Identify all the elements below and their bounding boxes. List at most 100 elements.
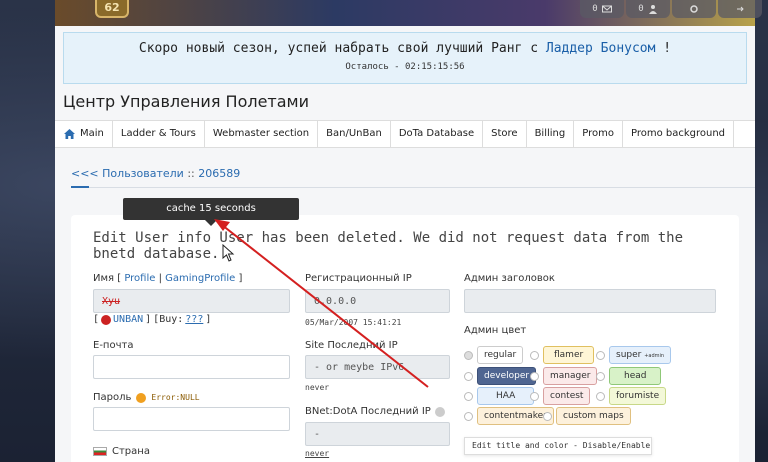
chip-haa: HAA [477,387,535,405]
nav-webmaster[interactable]: Webmaster section [205,121,319,147]
radio-forumiste[interactable] [596,391,605,401]
reg-ip-field[interactable]: 0.0.0.0 [305,289,450,313]
unban-link[interactable]: UNBAN [113,314,143,325]
edit-title-color-toggle[interactable]: Edit title and color - Disable/Enable [464,437,652,455]
notice-text-after: ! [663,41,672,56]
chip-manager: manager [543,367,598,385]
color-option-forumiste[interactable]: forumiste [596,387,667,405]
password-label: Пароль [93,392,132,403]
chip-developer: developer [477,367,537,385]
site-ip-field[interactable]: - or meybe IPv6 [305,355,450,379]
radio-custom-maps[interactable] [543,411,552,421]
remaining-label: Осталось - [345,62,400,72]
friends-count: 0 [638,4,644,14]
reg-ip-date: 05/Mar/2007 15:41:21 [305,318,402,327]
radio-haa[interactable] [464,391,473,401]
notice-text-before: Скоро новый сезон, успей набрать свой лу… [138,41,539,56]
chip-head: head [609,367,662,385]
mail-icon[interactable]: 0 [580,0,624,18]
nav-store[interactable]: Store [483,121,527,147]
email-label: E-почта [93,340,134,351]
remaining-time: 02:15:15:56 [405,62,465,72]
color-option-haa[interactable]: HAA [464,387,535,405]
bnet-ip-field[interactable]: - [305,422,450,446]
radio-head[interactable] [596,371,605,381]
color-option-flamer[interactable]: flamer [530,346,595,364]
settings-icon[interactable] [672,0,716,18]
reg-ip-label: Регистрационный IP [305,273,412,284]
breadcrumb-users[interactable]: Пользователи [102,167,184,180]
ladder-bonus-link[interactable]: Ладдер Бонусом [546,41,656,56]
name-label-row: Имя [ Profile | GamingProfile ] [93,273,243,284]
season-notice: Скоро новый сезон, успей набрать свой лу… [63,32,747,84]
bnet-ip-label: BNet:DotA Последний IP [305,406,431,417]
chip-custom-maps: custom maps [556,407,631,425]
site-ip-hint: never [305,383,330,392]
password-error: Error:NULL [151,393,200,402]
admin-header-field[interactable] [464,289,716,313]
color-option-contest[interactable]: contest [530,387,591,405]
radio-super[interactable] [596,350,605,360]
radio-regular[interactable] [464,350,473,360]
notice-remaining: Осталось - 02:15:15:56 [64,62,746,72]
main-nav: Main Ladder & Tours Webmaster section Ba… [55,120,755,148]
chip-regular: regular [477,346,524,364]
buy-label: [Buy: [153,314,184,325]
breadcrumb-underline [71,186,755,188]
edit-user-title: Edit User info User has been deleted. We… [93,230,684,262]
chip-forumiste: forumiste [609,387,667,405]
breadcrumb-id: 206589 [198,167,241,180]
level-badge[interactable]: 62 [95,0,129,18]
color-option-contentmaker[interactable]: contentmaker [464,407,554,425]
email-field[interactable] [93,355,290,379]
chip-super: super +admin [609,346,672,364]
color-option-manager[interactable]: manager [530,367,598,385]
country-label: Страна [112,446,150,457]
radio-flamer[interactable] [530,350,539,360]
ban-dot-icon [101,314,112,325]
nav-dota-database[interactable]: DoTa Database [391,121,484,147]
reg-ip-value: 0.0.0.0 [314,295,357,307]
nav-billing[interactable]: Billing [527,121,575,147]
cache-tooltip: cache 15 seconds [123,198,299,226]
nav-promo[interactable]: Promo [574,121,623,147]
password-field[interactable] [93,407,290,431]
bnet-ip-label-row: BNet:DotA Последний IP [305,406,445,417]
status-dot-icon [434,406,445,417]
home-icon [64,129,75,139]
radio-developer[interactable] [464,371,473,381]
name-label: Имя [93,273,115,284]
admin-header-label: Админ заголовок [464,273,555,284]
admin-color-label: Админ цвет [464,325,527,336]
nav-promo-background[interactable]: Promo background [623,121,735,147]
logout-icon[interactable] [718,0,762,18]
warning-dot-icon [136,392,147,403]
color-option-super[interactable]: super +admin [596,346,672,364]
friends-icon[interactable]: 0 [626,0,670,18]
radio-contest[interactable] [530,391,539,401]
color-option-developer[interactable]: developer [464,367,537,385]
color-option-regular[interactable]: regular [464,346,524,364]
radio-contentmaker[interactable] [464,411,473,421]
chip-flamer: flamer [543,346,595,364]
buy-value-link[interactable]: ??? [185,314,203,325]
chip-contest: contest [543,387,591,405]
color-option-custom-maps[interactable]: custom maps [543,407,631,425]
flag-icon [93,447,107,456]
site-ip-label: Site Последний IP [305,340,398,351]
gaming-profile-link[interactable]: GamingProfile [165,273,235,284]
nav-ladder-tours[interactable]: Ladder & Tours [113,121,205,147]
mail-count: 0 [592,4,598,14]
nav-main-label: Main [80,128,104,139]
name-field[interactable]: Xуu [93,289,290,313]
nav-main[interactable]: Main [55,121,113,147]
profile-link[interactable]: Profile [124,273,155,284]
radio-manager[interactable] [530,371,539,381]
country-label-row: Страна [93,446,150,457]
bnet-ip-value: - [314,428,321,440]
color-option-head[interactable]: head [596,367,662,385]
bnet-ip-hint: never [305,449,330,458]
site-ip-value: - or meybe IPv6 [314,361,405,373]
breadcrumb-back[interactable]: <<< [71,167,99,180]
nav-ban-unban[interactable]: Ban/UnBan [318,121,391,147]
